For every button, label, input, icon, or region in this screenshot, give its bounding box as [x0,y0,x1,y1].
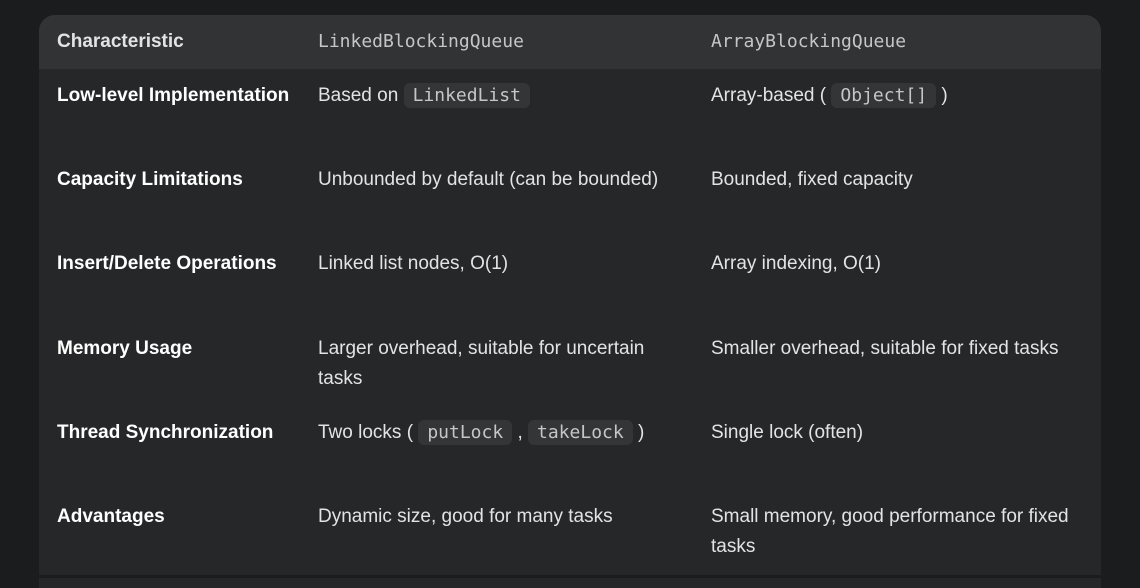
row-characteristic: Advantages [57,506,165,527]
row-array-value: Single lock (often) [711,422,864,443]
row-linked-value: Dynamic size, good for many tasks [318,506,613,527]
row-linked-value: Based on LinkedList [318,81,688,111]
table-header-row: Characteristic LinkedBlockingQueue Array… [39,15,1101,69]
row-array-value: Bounded, fixed capacity [711,169,913,190]
inline-code: putLock [418,420,513,445]
text-segment: Array-based ( [711,85,827,106]
row-characteristic: Memory Usage [57,338,193,359]
row-linked-value: Linked list nodes, O(1) [318,253,509,274]
next-block-edge [39,578,1101,588]
row-linked-value: Two locks ( putLock , takeLock ) [318,418,688,448]
row-array-value: Small memory, good performance for fixed… [711,506,1069,557]
text-segment: Based on [318,85,404,106]
row-linked-value: Larger overhead, suitable for uncertain … [318,338,645,389]
inline-code: Object[] [831,83,937,108]
header-array-blocking-queue: ArrayBlockingQueue [711,31,907,52]
row-characteristic: Low-level Implementation [57,85,290,106]
row-characteristic: Insert/Delete Operations [57,253,277,274]
comparison-table: Characteristic LinkedBlockingQueue Array… [39,15,1101,575]
row-linked-value: Unbounded by default (can be bounded) [318,169,659,190]
header-linked-blocking-queue: LinkedBlockingQueue [318,31,524,52]
text-segment: ) [638,422,645,443]
text-segment: ) [941,85,948,106]
text-segment: , [517,422,523,443]
inline-code: LinkedList [403,83,530,108]
text-segment: Two locks ( [318,422,414,443]
row-array-value: Array indexing, O(1) [711,253,882,274]
inline-code: takeLock [528,420,633,445]
row-characteristic: Capacity Limitations [57,169,243,190]
row-array-value: Smaller overhead, suitable for fixed tas… [711,338,1059,359]
header-characteristic: Characteristic [57,31,184,52]
row-array-value: Array-based ( Object[] ) [711,81,1081,111]
row-characteristic: Thread Synchronization [57,422,274,443]
